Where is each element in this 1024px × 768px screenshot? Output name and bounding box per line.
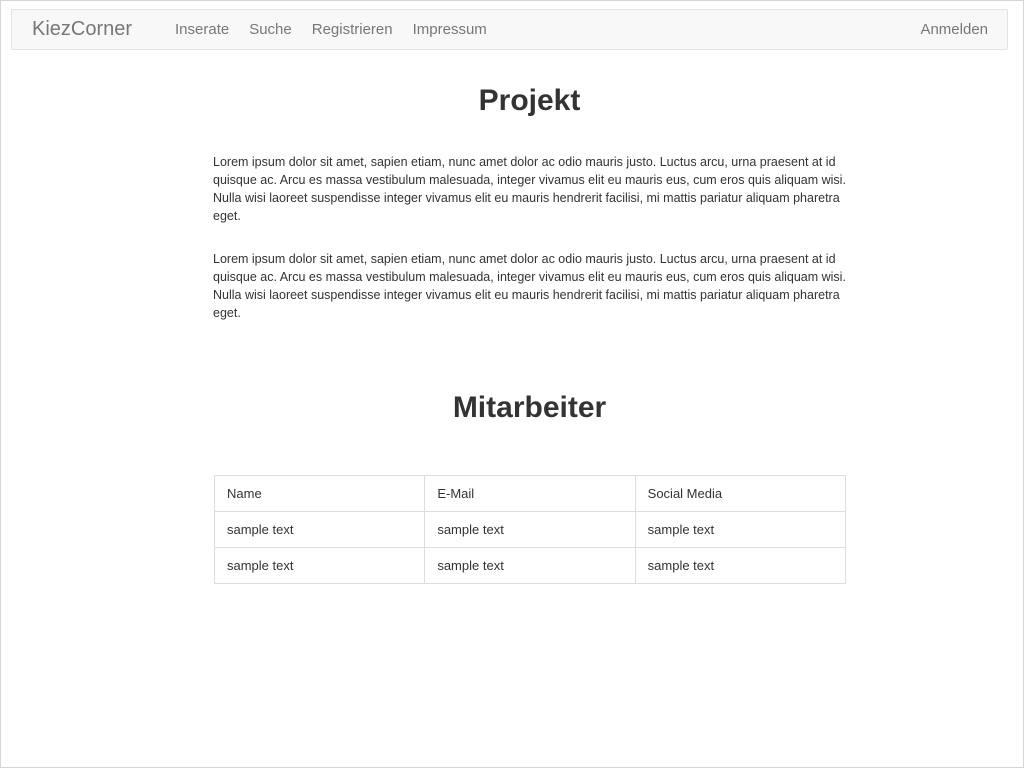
cell-social-media: sample text bbox=[634, 511, 847, 548]
project-paragraph-2: Lorem ipsum dolor sit amet, sapien etiam… bbox=[213, 252, 846, 320]
nav-link-suche[interactable]: Suche bbox=[239, 10, 302, 49]
table-row: sample text sample text sample text bbox=[213, 547, 847, 584]
project-title: Projekt bbox=[478, 84, 581, 117]
nav-links: Inserate Suche Registrieren Impressum bbox=[165, 10, 497, 49]
cell-email: sample text bbox=[424, 547, 636, 584]
project-paragraph-1: Lorem ipsum dolor sit amet, sapien etiam… bbox=[213, 155, 846, 223]
header-email: E-Mail bbox=[424, 475, 636, 512]
staff-title: Mitarbeiter bbox=[452, 391, 607, 424]
table-header-row: Name E-Mail Social Media bbox=[213, 475, 847, 512]
nav-link-impressum[interactable]: Impressum bbox=[403, 10, 497, 49]
header-social-media: Social Media bbox=[634, 475, 847, 512]
table-row: sample text sample text sample text bbox=[213, 511, 847, 548]
cell-name: sample text bbox=[213, 511, 426, 548]
login-link[interactable]: Anmelden bbox=[920, 10, 988, 49]
cell-name: sample text bbox=[213, 547, 426, 584]
nav-link-inserate[interactable]: Inserate bbox=[165, 10, 239, 49]
staff-table: Name E-Mail Social Media sample text sam… bbox=[213, 475, 847, 584]
cell-social-media: sample text bbox=[634, 547, 847, 584]
brand-link[interactable]: KiezCorner bbox=[32, 10, 132, 49]
header-name: Name bbox=[213, 475, 426, 512]
cell-email: sample text bbox=[424, 511, 636, 548]
navbar: KiezCorner Inserate Suche Registrieren I… bbox=[11, 9, 1008, 50]
nav-link-registrieren[interactable]: Registrieren bbox=[302, 10, 403, 49]
